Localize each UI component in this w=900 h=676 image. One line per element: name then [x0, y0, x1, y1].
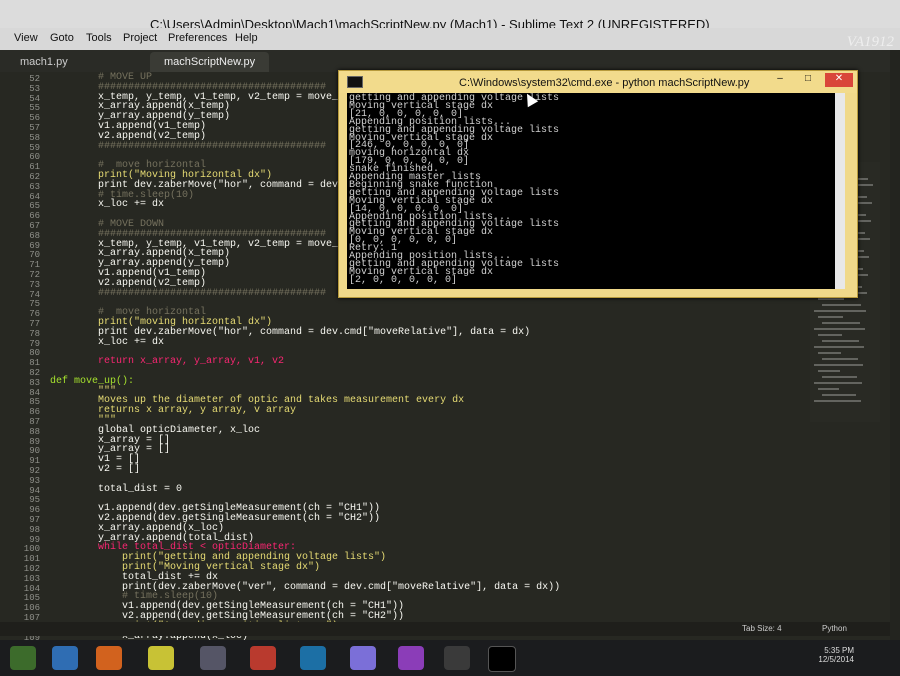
close-button[interactable]: ✕ [825, 73, 853, 87]
sublime-text-icon[interactable] [444, 646, 470, 670]
code-line: x_loc += dx [50, 199, 165, 211]
maximize-button[interactable]: □ [797, 73, 819, 87]
status-bar: Tab Size: 4 Python [0, 622, 890, 636]
menu-project[interactable]: Project [123, 32, 157, 44]
tab-machscriptnew[interactable]: machScriptNew.py [150, 52, 270, 72]
title-bar: C:\Users\Admin\Desktop\Mach1\machScriptN… [0, 0, 900, 32]
console-line: [2, 0, 0, 0, 0, 0] [349, 274, 458, 286]
cmd-window[interactable]: C:\Windows\system32\cmd.exe - python mac… [338, 70, 858, 298]
monitor-brand: VA1912 [846, 34, 894, 50]
minimap-line [814, 364, 863, 366]
code-line: ###################################### [50, 287, 327, 299]
remote-desktop-icon[interactable] [300, 646, 326, 670]
taskbar: 5:35 PM 12/5/2014 [0, 640, 900, 676]
firefox-icon[interactable] [96, 646, 122, 670]
chrome-icon[interactable] [148, 646, 174, 670]
menu-help[interactable]: Help [235, 32, 258, 44]
code-line: v2 = [] [50, 464, 141, 475]
code-line: return x_array, y_array, v1, v2 [50, 356, 285, 368]
minimap-line [814, 310, 866, 312]
code-line: ###################################### [50, 140, 327, 152]
clock-date: 12/5/2014 [818, 655, 854, 664]
clock-time: 5:35 PM [824, 646, 854, 655]
cmd-title: C:\Windows\system32\cmd.exe - python mac… [459, 77, 750, 89]
tab-size-indicator[interactable]: Tab Size: 4 [742, 624, 782, 633]
minimap-line [822, 304, 861, 306]
search-icon[interactable] [398, 646, 424, 670]
tab-bar: mach1.py machScriptNew.py [0, 50, 890, 72]
minimap-line [814, 382, 862, 384]
minimap-line [814, 400, 861, 402]
code-line: total_dist = 0 [50, 483, 183, 495]
console-scrollbar[interactable] [835, 93, 845, 289]
cmd-title-bar[interactable]: C:\Windows\system32\cmd.exe - python mac… [339, 71, 857, 93]
screen: C:\Users\Admin\Desktop\Mach1\machScriptN… [0, 0, 900, 676]
minimap-line [822, 322, 860, 324]
tab-label: machScriptNew.py [164, 56, 256, 68]
menu-tools[interactable]: Tools [86, 32, 112, 44]
file-manager-icon[interactable] [52, 646, 78, 670]
code-line: x_loc += dx [50, 336, 165, 348]
minimap-line [822, 394, 856, 396]
syntax-indicator[interactable]: Python [822, 624, 847, 633]
media-player-icon[interactable] [200, 646, 226, 670]
cmd-taskbar-icon[interactable] [488, 646, 516, 672]
cat-app-icon[interactable] [350, 646, 376, 670]
app-icon[interactable] [250, 646, 276, 670]
minimap-line [822, 358, 858, 360]
clock[interactable]: 5:35 PM 12/5/2014 [818, 646, 854, 664]
minimap-line [818, 316, 843, 318]
tab-label: mach1.py [20, 56, 68, 68]
minimap-line [818, 352, 841, 354]
minimap-line [822, 340, 859, 342]
menu-bar: View Goto Tools Project Preferences Help [0, 28, 900, 50]
minimize-button[interactable]: – [769, 73, 791, 87]
tab-mach1[interactable]: mach1.py [6, 52, 82, 72]
cmd-icon [347, 76, 363, 88]
minimap-line [822, 376, 857, 378]
menu-preferences[interactable]: Preferences [168, 32, 227, 44]
minimap-line [818, 388, 839, 390]
minimap-line [818, 370, 840, 372]
minimap-line [814, 346, 864, 348]
console-output[interactable]: getting and appending voltage lists Movin… [347, 93, 845, 289]
menu-view[interactable]: View [14, 32, 38, 44]
menu-goto[interactable]: Goto [50, 32, 74, 44]
explorer-icon[interactable] [10, 646, 36, 670]
minimap-line [814, 328, 865, 330]
minimap-line [818, 298, 844, 300]
minimap-line [818, 334, 842, 336]
